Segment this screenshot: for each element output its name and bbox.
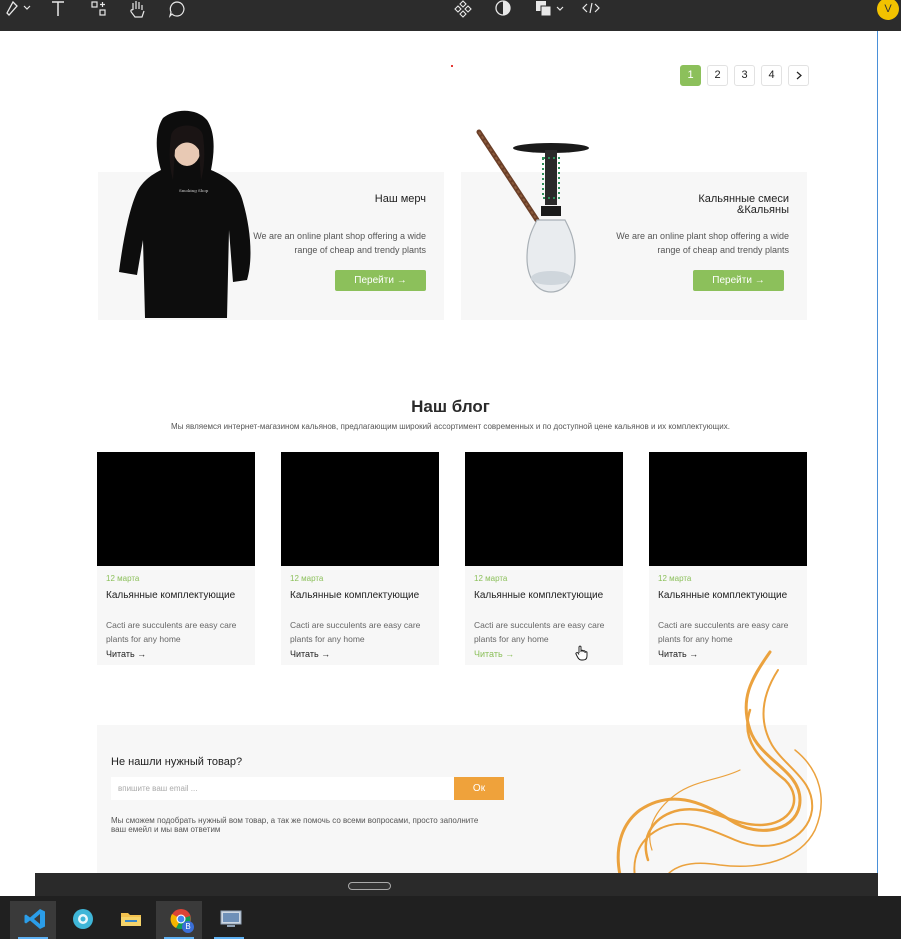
comment-icon[interactable] [168,0,186,18]
monitor-app-icon [220,910,242,927]
blog-card-image [649,452,807,566]
taskbar-file-explorer[interactable] [106,901,152,939]
avatar[interactable]: V [877,0,899,20]
read-more-link[interactable]: Читать → [106,649,146,659]
blog-card-date: 12 марта [290,574,324,583]
blog-card-date: 12 марта [474,574,508,583]
taskbar-vscode[interactable] [10,901,56,939]
blog-card-image [281,452,439,566]
page-button-1[interactable]: 1 [680,65,701,86]
blog-subtitle: Мы являемся интернет-магазином кальянов,… [171,422,730,431]
read-more-link[interactable]: Читать → [290,649,330,659]
newsletter-description: Мы сможем подобрать нужный вом товар, а … [111,816,479,834]
go-button[interactable]: Перейти → [335,270,426,291]
blog-card-title: Кальянные комплектующие [290,590,420,601]
blog-card: 12 марта Кальянные комплектующие Cacti a… [281,452,439,665]
read-more-link[interactable]: Читать → [474,649,514,659]
promo-title: Кальянные смеси &Кальяны [698,193,789,216]
page-button-2[interactable]: 2 [707,65,728,86]
blog-card: 12 марта Кальянные комплектующие Cacti a… [97,452,255,665]
hand-cursor-icon [575,645,588,661]
hand-icon[interactable] [128,0,146,18]
page-button-4[interactable]: 4 [761,65,782,86]
promo-title: Наш мерч [374,193,426,205]
windows-taskbar: B [0,896,901,939]
app-icon [73,909,93,929]
blog-card-title: Кальянные комплектующие [106,590,236,601]
resize-handle[interactable] [348,882,391,890]
blog-card-description: Cacti are succulents are easy care plant… [290,620,421,644]
text-icon[interactable] [50,0,66,18]
promo-description: We are an online plant shop offering a w… [616,231,789,255]
hookah-image [476,129,589,293]
newsletter-title: Не нашли нужный товар? [111,756,243,768]
vscode-icon [24,909,45,929]
blog-card-title: Кальянные комплектующие [658,590,788,601]
taskbar-app[interactable] [58,901,104,939]
submit-button[interactable]: Ок [454,777,504,800]
blog-card-image [97,452,255,566]
blog-card: 12 марта Кальянные комплектующие Cacti a… [465,452,623,665]
file-explorer-icon [121,913,141,926]
blog-card: 12 марта Кальянные комплектующие Cacti a… [649,452,807,665]
contrast-icon[interactable] [494,0,512,18]
design-toolbar: V [0,0,901,31]
next-page-button[interactable] [788,65,809,86]
components-icon[interactable] [454,0,472,18]
page-button-3[interactable]: 3 [734,65,755,86]
chevron-right-icon [796,71,802,80]
blog-card-description: Cacti are succulents are easy care plant… [658,620,789,644]
go-button[interactable]: Перейти → [693,270,784,291]
blog-title: Наш блог [411,397,490,416]
boolean-icon[interactable] [535,0,569,18]
blog-card-description: Cacti are succulents are easy care plant… [106,620,237,644]
model-in-hoodie-image: Smoking Shop [119,110,251,318]
pagination: 1 2 3 4 [680,65,809,86]
svg-text:Smoking Shop: Smoking Shop [179,188,209,193]
code-icon[interactable] [582,0,600,18]
email-input[interactable]: впишите ваш email ... [111,777,454,800]
blog-card-title: Кальянные комплектующие [474,590,604,601]
chrome-profile-badge: B [182,921,194,933]
guide-marker [451,65,453,67]
smoke-decoration-image [616,650,822,886]
blog-card-image [465,452,623,566]
blog-card-date: 12 марта [658,574,692,583]
selection-guide-line [877,31,878,891]
taskbar-chrome[interactable]: B [156,901,202,939]
blog-card-date: 12 марта [106,574,140,583]
shapes-icon[interactable] [90,0,108,18]
taskbar-monitor-app[interactable] [206,901,252,939]
blog-card-description: Cacti are succulents are easy care plant… [474,620,605,644]
pen-icon[interactable] [4,0,32,18]
promo-description: We are an online plant shop offering a w… [253,231,426,255]
site-footer [35,873,878,896]
